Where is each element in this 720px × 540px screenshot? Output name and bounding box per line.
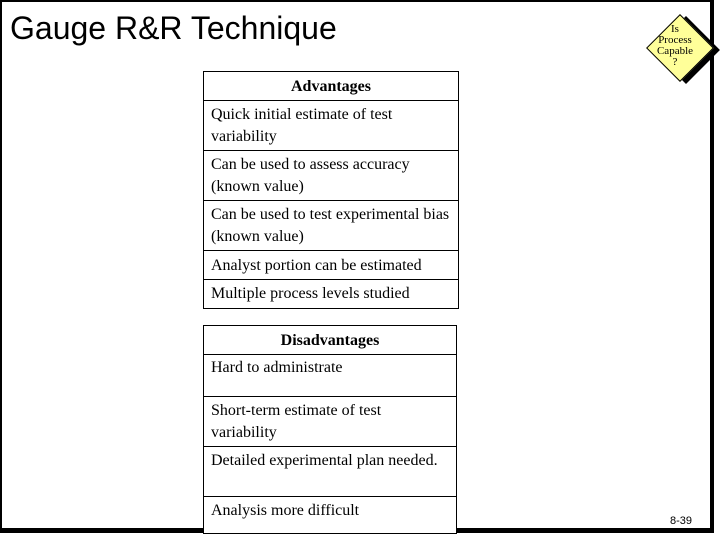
- disadvantages-table: Disadvantages Hard to administrate Short…: [203, 325, 457, 534]
- page-number: 8-39: [670, 515, 693, 527]
- badge-line: ?: [672, 56, 678, 68]
- disadvantage-row: Analysis more difficult: [211, 502, 360, 519]
- advantage-row: Analyst portion can be estimated: [204, 251, 458, 280]
- advantage-row: Can be used to test experimental bias (k…: [204, 201, 458, 251]
- badge-text: Is Process Capable ?: [646, 24, 704, 68]
- slide-title: Gauge R&R Technique: [10, 10, 337, 46]
- advantages-table: Advantages Quick initial estimate of tes…: [203, 71, 459, 309]
- advantage-row: Quick initial estimate of test variabili…: [204, 101, 458, 151]
- disadvantage-row: Detailed experimental plan needed.: [204, 447, 456, 497]
- disadvantage-row: Hard to administrate: [204, 355, 456, 397]
- advantage-row: Can be used to assess accuracy (known va…: [204, 151, 458, 201]
- process-capable-badge: Is Process Capable ?: [646, 14, 720, 86]
- advantage-row: Multiple process levels studied: [211, 285, 410, 302]
- disadvantage-row: Short-term estimate of test variability: [204, 397, 456, 447]
- disadvantages-header: Disadvantages: [204, 326, 456, 355]
- advantages-header: Advantages: [204, 72, 458, 101]
